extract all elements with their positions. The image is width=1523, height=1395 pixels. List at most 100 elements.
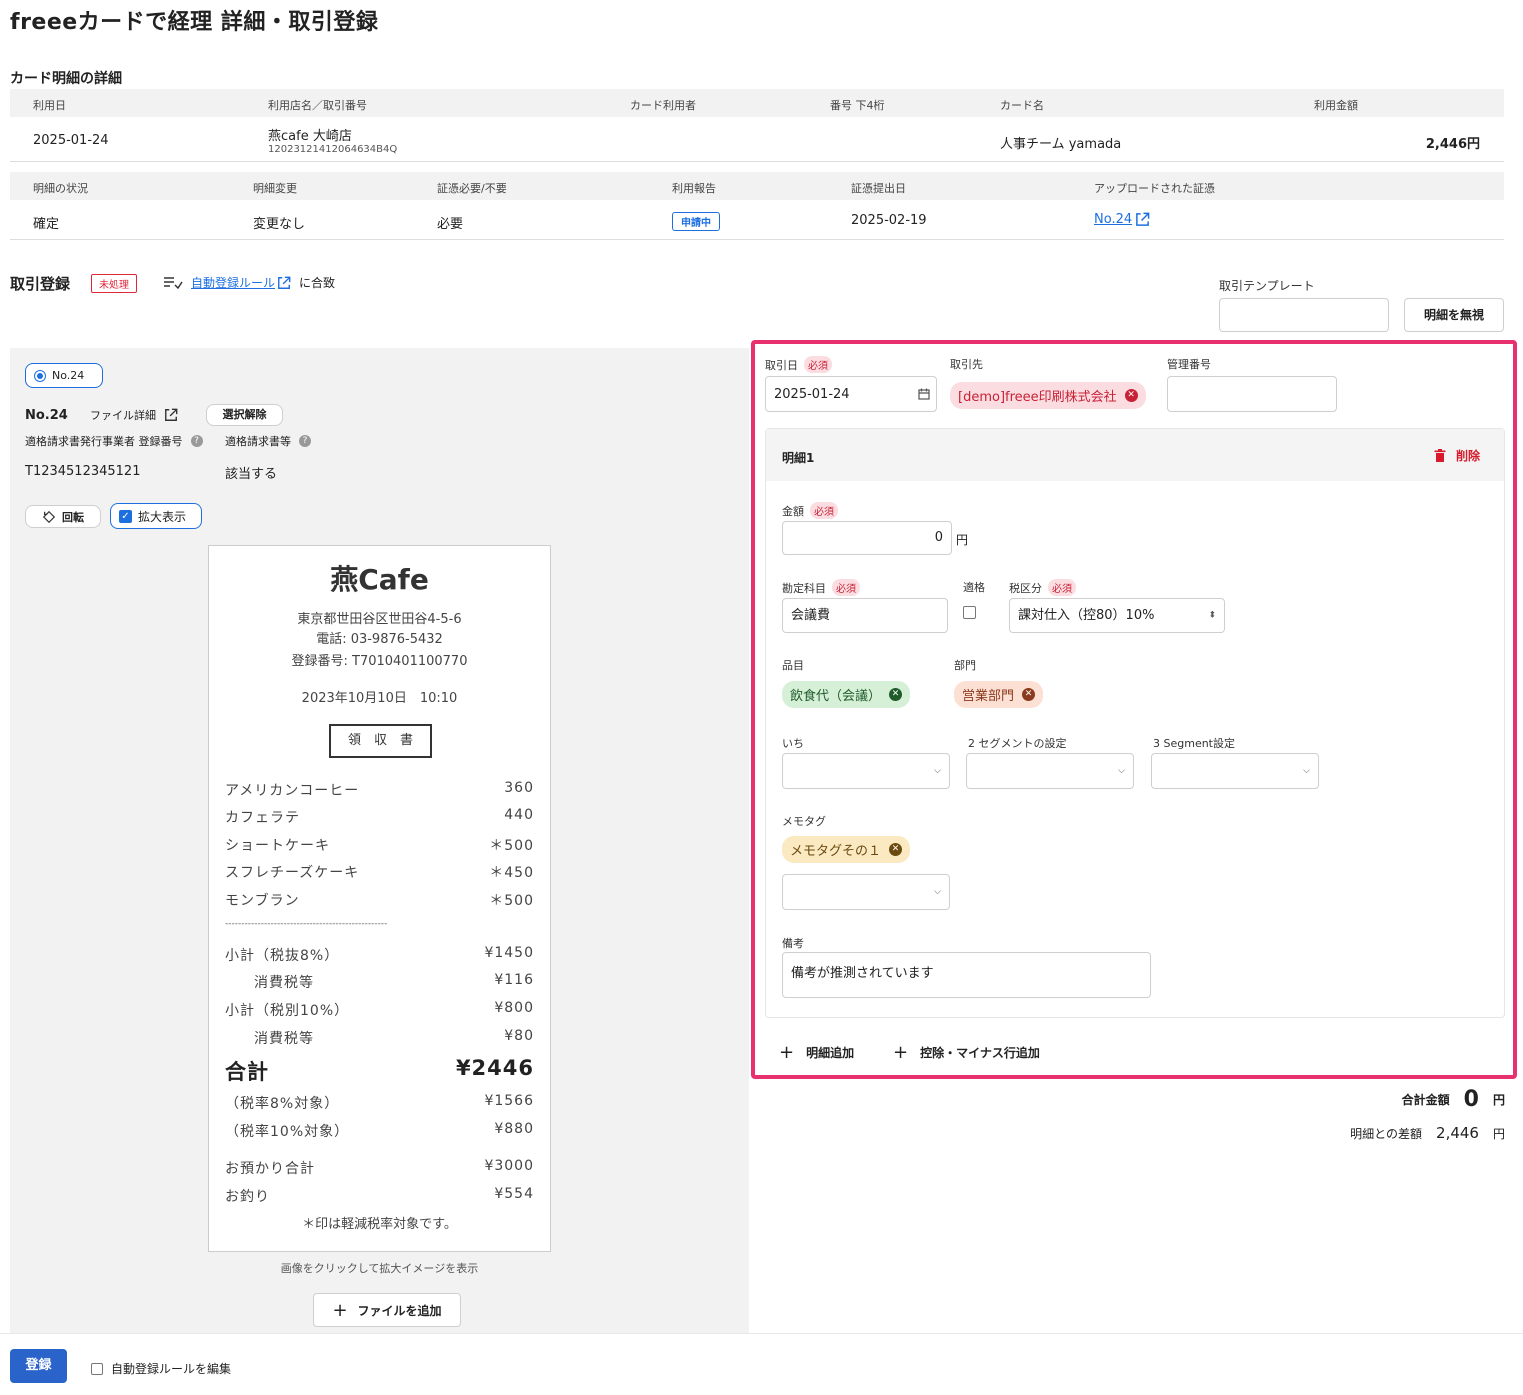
segment2-select[interactable]: ⌵	[966, 753, 1134, 789]
external-link-icon	[1136, 212, 1150, 226]
receipt-item-row: アメリカンコーヒー 360	[225, 780, 534, 800]
uploaded-evidence-link-text[interactable]: No.24	[1094, 212, 1132, 227]
memo-value: メモタグその１	[790, 844, 882, 859]
subtotal-name: 消費税等	[239, 1031, 314, 1047]
subtotal-name: 小計（税抜8%）	[225, 948, 340, 964]
add-line-button[interactable]: + 明細追加	[779, 1042, 854, 1063]
detail-change: 変更なし	[253, 217, 306, 232]
dept-value: 営業部門	[962, 689, 1015, 704]
segment1-select[interactable]: ⌵	[782, 753, 950, 789]
edit-rule-checkbox[interactable]	[91, 1362, 103, 1375]
chevron-down-icon: ⌵	[1118, 766, 1125, 776]
change-price: ¥554	[494, 1186, 534, 1202]
partner-chip[interactable]: [demo]freee印刷株式会社 ✕	[950, 382, 1146, 409]
auto-rule-link[interactable]: 自動登録ルール	[191, 274, 275, 291]
transaction-number: 12023121412064634B4Q	[268, 144, 398, 155]
tax-price: ¥880	[494, 1121, 534, 1137]
edit-rule-option[interactable]: 自動登録ルールを編集	[91, 1360, 231, 1377]
invoice-reg-label: 適格請求書発行事業者 登録番号	[25, 435, 183, 448]
invoice-doc-value: 該当する	[225, 467, 278, 482]
registration-title: 取引登録	[10, 275, 71, 293]
required-badge: 必須	[832, 579, 860, 596]
mgmt-input[interactable]	[1167, 376, 1337, 412]
receipt-datetime: 2023年10月10日 10:10	[301, 691, 458, 706]
rotate-button[interactable]: 回転	[25, 505, 101, 528]
item-name: ショートケーキ	[225, 838, 330, 854]
card-detail-header-1: 利用日 利用店名／取引番号 カード利用者 番号 下4桁 カード名 利用金額	[10, 89, 1504, 117]
receipt-image[interactable]: 燕Cafe 東京都世田谷区世田谷4-5-6 電話: 03-9876-5432 登…	[208, 545, 551, 1252]
receipt-note: ＊印は軽減税率対象です。	[302, 1217, 457, 1232]
store-name: 燕cafe 大崎店	[268, 129, 352, 144]
segment2-label: 2 セグメントの設定	[968, 737, 1067, 750]
deselect-button[interactable]: 選択解除	[206, 404, 283, 426]
note-textarea[interactable]: 備考が推測されています	[782, 952, 1151, 998]
tax-select[interactable]: 課対仕入（控80）10% ⬍	[1009, 598, 1225, 633]
header-uploaded: アップロードされた証憑	[1094, 182, 1215, 195]
transaction-form: 取引日 必須 2025-01-24 取引先 [demo]freee印刷株式会社 ✕…	[751, 340, 1517, 1079]
partner-value: [demo]freee印刷株式会社	[958, 390, 1117, 405]
header-last4: 番号 下4桁	[830, 99, 885, 112]
dept-chip[interactable]: 営業部門 ✕	[954, 681, 1044, 708]
remove-icon[interactable]: ✕	[889, 688, 903, 701]
item-price: ＊500	[489, 893, 534, 909]
remove-icon[interactable]: ✕	[1124, 389, 1138, 402]
rotate-icon	[42, 510, 56, 523]
uploaded-evidence-link[interactable]: No.24	[1094, 212, 1150, 227]
header-card-name: カード名	[1000, 99, 1044, 112]
line-item-title: 明細1	[782, 451, 815, 465]
remove-icon[interactable]: ✕	[1022, 688, 1036, 701]
required-badge: 必須	[1048, 579, 1076, 596]
ignore-detail-button[interactable]: 明細を無視	[1404, 298, 1504, 332]
file-detail-link[interactable]: ファイル詳細	[90, 407, 178, 423]
invoice-doc-label: 適格請求書等	[225, 435, 291, 448]
receipt-subtotal-row: 小計（税抜8%） ¥1450	[225, 945, 534, 965]
qualified-checkbox[interactable]	[963, 606, 976, 619]
footer-bar: 登録 自動登録ルールを編集	[0, 1333, 1523, 1395]
receipt-change-row: お釣り ¥554	[225, 1186, 534, 1206]
invoice-doc-label-wrap: 適格請求書等 ?	[225, 433, 311, 449]
add-deduction-button[interactable]: + 控除・マイナス行追加	[893, 1042, 1040, 1063]
difference-value: 2,446	[1436, 1124, 1479, 1142]
tax-name: （税率10%対象）	[225, 1124, 350, 1140]
register-button[interactable]: 登録	[10, 1349, 67, 1383]
chevron-down-icon: ⌵	[1303, 766, 1310, 776]
add-file-button[interactable]: + ファイルを追加	[313, 1293, 461, 1327]
item-name: アメリカンコーヒー	[225, 783, 360, 799]
receipt-deposit-row: お預かり合計 ¥3000	[225, 1158, 534, 1178]
template-select[interactable]	[1219, 298, 1389, 332]
item-chip[interactable]: 飲食代（会議） ✕	[782, 681, 911, 708]
segment3-select[interactable]: ⌵	[1151, 753, 1319, 789]
memo-select[interactable]: ⌵	[782, 874, 950, 910]
file-detail-text[interactable]: ファイル詳細	[90, 407, 156, 423]
delete-line-button[interactable]: 削除	[1434, 447, 1480, 464]
calendar-icon[interactable]	[918, 388, 930, 400]
header-amount: 利用金額	[1314, 99, 1358, 112]
receipt-item-row: モンブラン ＊500	[225, 890, 534, 910]
total-amount: 合計金額 0 円	[1402, 1087, 1505, 1112]
receipt-total-row: 合計 ¥2446	[225, 1056, 534, 1086]
account-input[interactable]: 会議費	[782, 598, 948, 633]
evidence-radio[interactable]: No.24	[25, 363, 103, 388]
checkbox-checked-icon[interactable]: ✓	[119, 509, 132, 523]
remove-icon[interactable]: ✕	[889, 843, 903, 856]
amount-input[interactable]: 0	[782, 521, 952, 555]
receipt-item-row: スフレチーズケーキ ＊450	[225, 862, 534, 882]
tax-label: 税区分	[1009, 581, 1042, 595]
memo-label: メモタグ	[782, 815, 826, 828]
receipt-divider: ----------------------------------------…	[225, 919, 388, 929]
help-icon[interactable]: ?	[190, 435, 203, 447]
header-change: 明細変更	[253, 182, 297, 195]
date-input[interactable]: 2025-01-24	[765, 376, 937, 412]
zoom-toggle[interactable]: ✓ 拡大表示	[110, 503, 202, 529]
total-amount-value: 0	[1463, 1087, 1479, 1112]
submit-date: 2025-02-19	[851, 213, 927, 228]
partner-label: 取引先	[950, 358, 983, 371]
card-detail-row-2: 確定 変更なし 必要 申請中 2025-02-19 No.24	[10, 200, 1504, 240]
yen-unit: 円	[956, 533, 969, 547]
receipt-tax-row: （税率8%対象） ¥1566	[225, 1093, 534, 1113]
amount-label: 金額	[782, 504, 804, 518]
help-icon[interactable]: ?	[299, 435, 311, 447]
memo-chip[interactable]: メモタグその１ ✕	[782, 836, 911, 863]
header-card-user: カード利用者	[630, 99, 696, 112]
segment3-label: 3 Segment設定	[1153, 737, 1235, 750]
